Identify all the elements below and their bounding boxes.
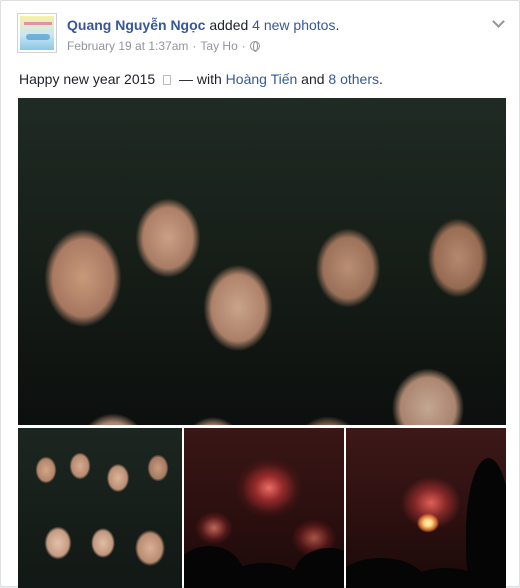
meta-separator: · [241, 39, 246, 53]
tagged-person-link[interactable]: Hoàng Tiến [226, 71, 298, 87]
photo-count-link[interactable]: 4 new photos [252, 17, 335, 33]
post-location[interactable]: Tay Ho [200, 39, 237, 53]
thumbnail-photo[interactable] [346, 428, 506, 588]
avatar-decoration [24, 22, 52, 25]
tagged-others-link[interactable]: 8 others [328, 71, 379, 87]
status-text: Happy new year 2015 [19, 71, 156, 87]
avatar-image [20, 16, 54, 50]
and-text: and [301, 71, 325, 87]
with-text: — with [178, 71, 222, 87]
post-meta: February 19 at 1:37am · Tay Ho · [67, 39, 260, 53]
tree-silhouette [294, 548, 344, 588]
globe-icon[interactable] [249, 41, 260, 52]
avatar-decoration [26, 34, 50, 40]
post-timestamp[interactable]: February 19 at 1:37am [67, 39, 188, 53]
thumbnail-photo[interactable] [184, 428, 344, 588]
post-header: Quang Nguyễn Ngọc added 4 new photos. [67, 17, 339, 33]
author-name-link[interactable]: Quang Nguyễn Ngọc [67, 17, 205, 33]
tree-silhouette [466, 458, 506, 588]
chevron-down-icon[interactable] [491, 17, 505, 27]
status-period: . [379, 71, 383, 87]
main-photo[interactable] [18, 98, 506, 425]
emoji-placeholder-icon [163, 75, 172, 85]
action-suffix: . [335, 17, 340, 33]
thumbnail-photo[interactable] [18, 428, 182, 588]
photo-shade [18, 98, 506, 425]
action-text: added [209, 17, 249, 33]
photo-post-card: Quang Nguyễn Ngọc added 4 new photos. Fe… [0, 0, 520, 588]
author-avatar[interactable] [17, 13, 57, 53]
meta-separator: · [192, 39, 197, 53]
post-status: Happy new year 2015 — with Hoàng Tiến an… [19, 71, 383, 87]
